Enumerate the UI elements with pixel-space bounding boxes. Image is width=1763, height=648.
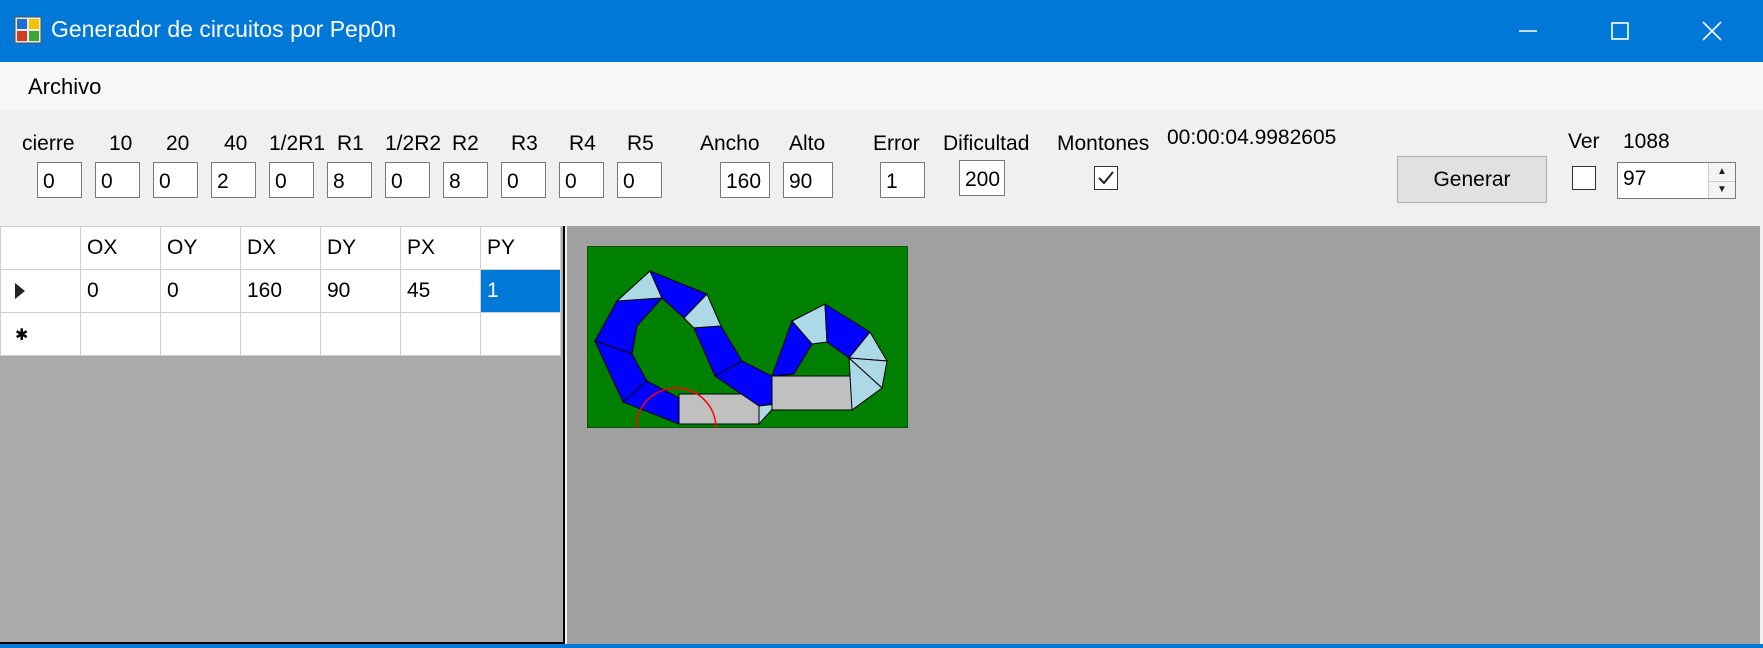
new-row-icon: ✱	[15, 327, 29, 344]
half-r2-label: 1/2R2	[385, 132, 442, 155]
checkmark-icon	[1098, 171, 1114, 185]
column-header[interactable]: PY	[480, 226, 561, 270]
p10-field[interactable]	[95, 162, 140, 198]
grid-cell-selected[interactable]: 1	[480, 269, 561, 313]
column-header[interactable]: DX	[240, 226, 321, 270]
segment-grid: OX OY DX DY PX PY 0 0 160 90 45 1 ✱	[0, 226, 561, 356]
maximize-icon	[1611, 22, 1629, 40]
grid-cell[interactable]: 0	[160, 269, 241, 313]
montones-label: Montones	[1057, 132, 1150, 155]
grid-cell[interactable]	[80, 312, 161, 356]
circuit-count: 1088	[1623, 130, 1670, 153]
row-header-new[interactable]: ✱	[0, 312, 81, 356]
grid-cell[interactable]	[160, 312, 241, 356]
r5-label: R5	[627, 132, 654, 155]
p20-label: 20	[166, 132, 190, 155]
error-label: Error	[873, 132, 920, 155]
grid-cell[interactable]: 160	[240, 269, 321, 313]
spin-up-icon[interactable]: ▲	[1709, 163, 1735, 182]
grid-cell[interactable]: 0	[80, 269, 161, 313]
r4-label: R4	[569, 132, 596, 155]
maximize-button[interactable]	[1574, 0, 1666, 62]
minimize-button[interactable]	[1482, 0, 1574, 62]
r1-field[interactable]	[327, 162, 372, 198]
p40-label: 40	[224, 132, 248, 155]
parameter-panel: cierre 10 20 40 1/2R1 R1 1/2R2 R2 R3 R4 …	[0, 110, 1763, 226]
column-header[interactable]: OY	[160, 226, 241, 270]
r4-field[interactable]	[559, 162, 604, 198]
grid-cell[interactable]	[400, 312, 481, 356]
row-header-current[interactable]	[0, 269, 81, 313]
ver-spinner[interactable]: 97 ▲ ▼	[1617, 162, 1736, 199]
dificultad-field[interactable]	[959, 160, 1005, 196]
r1-label: R1	[337, 132, 364, 155]
menu-bar: Archivo	[0, 62, 1763, 110]
window-title: Generador de circuitos por Pep0n	[51, 16, 397, 42]
generate-button[interactable]: Generar	[1397, 156, 1547, 203]
grid-corner-cell	[0, 226, 81, 270]
table-row: 0 0 160 90 45 1	[0, 269, 561, 313]
half-r1-label: 1/2R1	[269, 132, 326, 155]
r2-field[interactable]	[443, 162, 488, 198]
track-straight	[771, 375, 853, 411]
p40-field[interactable]	[211, 162, 256, 198]
track-straight	[678, 393, 760, 425]
minimize-icon	[1519, 30, 1537, 32]
montones-checkbox[interactable]	[1094, 166, 1118, 190]
r5-field[interactable]	[617, 162, 662, 198]
column-header[interactable]: PX	[400, 226, 481, 270]
column-header[interactable]: OX	[80, 226, 161, 270]
title-bar[interactable]: Generador de circuitos por Pep0n	[0, 0, 1763, 62]
ancho-label: Ancho	[700, 132, 760, 155]
dificultad-label: Dificultad	[943, 132, 1030, 155]
ver-label: Ver	[1568, 130, 1600, 153]
cierre-label: cierre	[22, 132, 75, 155]
grid-cell[interactable]	[320, 312, 401, 356]
row-pointer-icon	[15, 283, 25, 300]
grid-cell[interactable]: 90	[320, 269, 401, 313]
circuit-preview[interactable]	[587, 246, 908, 428]
grid-cell[interactable]	[480, 312, 561, 356]
p10-label: 10	[109, 132, 133, 155]
grid-cell[interactable]	[240, 312, 321, 356]
p20-field[interactable]	[153, 162, 198, 198]
error-field[interactable]	[880, 162, 925, 198]
table-row-new: ✱	[0, 312, 561, 356]
alto-field[interactable]	[783, 162, 833, 198]
close-icon	[1702, 21, 1722, 41]
r3-label: R3	[511, 132, 538, 155]
elapsed-time: 00:00:04.9982605	[1167, 126, 1337, 149]
grid-cell[interactable]: 45	[400, 269, 481, 313]
ver-spinner-value: 97	[1623, 167, 1647, 190]
ancho-field[interactable]	[720, 162, 770, 198]
app-icon	[14, 16, 42, 44]
r3-field[interactable]	[501, 162, 546, 198]
column-header[interactable]: DY	[320, 226, 401, 270]
app-window: Generador de circuitos por Pep0n Archivo…	[0, 0, 1763, 648]
grid-panel: OX OY DX DY PX PY 0 0 160 90 45 1 ✱	[0, 226, 565, 644]
alto-label: Alto	[789, 132, 826, 155]
cierre-field[interactable]	[37, 162, 82, 198]
half-r2-field[interactable]	[385, 162, 430, 198]
ver-checkbox[interactable]	[1572, 166, 1596, 190]
close-button[interactable]	[1666, 0, 1758, 62]
spinner-arrows: ▲ ▼	[1708, 163, 1735, 198]
spin-down-icon[interactable]: ▼	[1709, 181, 1735, 199]
r2-label: R2	[452, 132, 479, 155]
menu-archivo[interactable]: Archivo	[18, 70, 111, 104]
window-border	[0, 644, 1763, 648]
half-r1-field[interactable]	[269, 162, 314, 198]
grid-header-row: OX OY DX DY PX PY	[0, 226, 561, 270]
